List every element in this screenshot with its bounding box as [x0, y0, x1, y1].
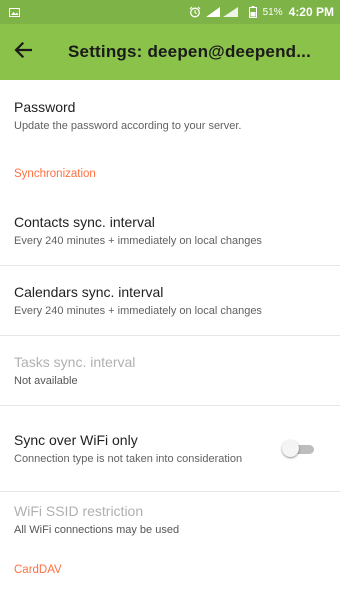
- setting-summary: All WiFi connections may be used: [14, 524, 180, 536]
- tasks-sync-interval-setting: Tasks sync. interval Not available: [0, 336, 340, 406]
- category-carddav: CardDAV: [14, 564, 62, 576]
- page-title: Settings: deepen@deepend...: [68, 42, 312, 61]
- setting-title: Sync over WiFi only: [14, 431, 138, 448]
- setting-title: Password: [14, 99, 76, 115]
- setting-summary: Every 240 minutes + immediately on local…: [14, 234, 262, 247]
- toggle-thumb: [282, 439, 299, 457]
- battery-percent: 51%: [262, 6, 283, 18]
- back-button[interactable]: [14, 38, 42, 66]
- password-setting[interactable]: Password Update the password according t…: [0, 80, 340, 152]
- wifi-ssid-restriction-setting: WiFi SSID restriction All WiFi connectio…: [0, 492, 340, 548]
- sync-wifi-only-setting[interactable]: Sync over WiFi only Connection type is n…: [0, 406, 340, 492]
- image-icon: [8, 6, 20, 18]
- settings-list: Password Update the password according t…: [0, 80, 340, 606]
- wifi-only-toggle[interactable]: [282, 439, 316, 459]
- clock: 4:20 PM: [288, 5, 334, 19]
- signal-icon: 1: [205, 6, 243, 18]
- app-bar: Settings: deepen@deepend...: [0, 24, 340, 80]
- contacts-sync-interval-setting[interactable]: Contacts sync. interval Every 240 minute…: [0, 196, 340, 266]
- alarm-icon: [189, 6, 201, 18]
- setting-title: Calendars sync. interval: [14, 283, 164, 300]
- setting-summary: Not available: [14, 374, 78, 387]
- setting-summary: Update the password according to your se…: [14, 120, 242, 132]
- setting-title: Tasks sync. interval: [14, 353, 136, 370]
- category-synchronization: Synchronization: [14, 168, 96, 180]
- battery-icon: [247, 6, 259, 18]
- setting-title: WiFi SSID restriction: [14, 503, 144, 519]
- status-bar: 1 51% 4:20 PM: [0, 0, 340, 24]
- arrow-back-icon: [14, 41, 33, 63]
- calendars-sync-interval-setting[interactable]: Calendars sync. interval Every 240 minut…: [0, 266, 340, 336]
- setting-title: Contacts sync. interval: [14, 213, 155, 230]
- setting-summary: Every 240 minutes + immediately on local…: [14, 304, 262, 317]
- setting-summary: Connection type is not taken into consid…: [14, 452, 243, 465]
- svg-text:1: 1: [227, 8, 230, 14]
